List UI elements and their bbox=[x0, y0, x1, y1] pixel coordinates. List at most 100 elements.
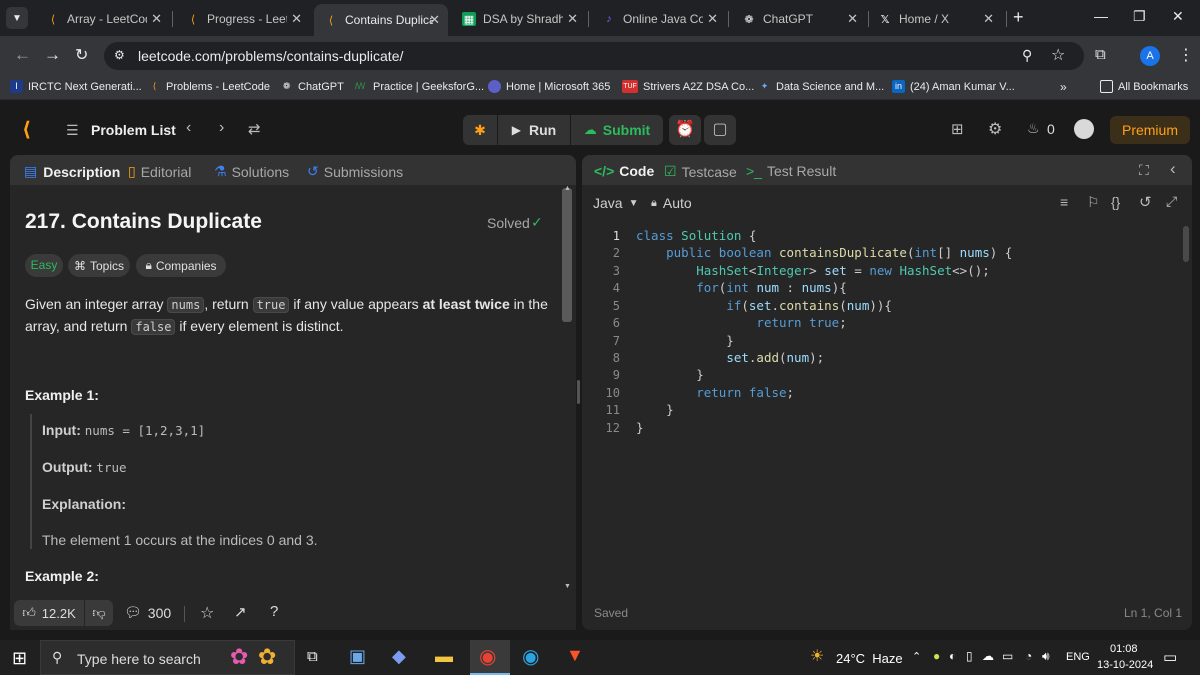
taskbar-search-input[interactable]: Type here to search bbox=[77, 651, 201, 667]
companies-button[interactable]: 🔒︎ Companies bbox=[136, 254, 226, 277]
tab-search-button[interactable]: ▼ bbox=[6, 7, 28, 29]
close-icon[interactable]: ✕ bbox=[567, 11, 578, 27]
comments-button[interactable]: 💬︎ 300 bbox=[124, 604, 171, 621]
bookmark-item[interactable]: TUF Strivers A2Z DSA Co... bbox=[622, 80, 754, 93]
browser-tab-6[interactable]: ❁ ChatGPT ✕ bbox=[732, 6, 866, 32]
language-indicator[interactable]: ENG bbox=[1066, 651, 1090, 663]
wifi-icon[interactable]: ◔ bbox=[1025, 649, 1032, 663]
code-line[interactable]: } bbox=[636, 333, 734, 348]
close-icon[interactable]: ✕ bbox=[291, 11, 302, 27]
code-line[interactable]: for(int num : nums){ bbox=[636, 280, 847, 295]
browser-tab-7[interactable]: 𝕏 Home / X ✕ bbox=[868, 6, 1002, 32]
auto-mode[interactable]: 🔒︎ Auto bbox=[651, 195, 692, 211]
profile-avatar[interactable]: A bbox=[1140, 46, 1160, 66]
bookmark-item[interactable]: in (24) Aman Kumar V... bbox=[892, 80, 1015, 93]
code-line[interactable]: return false; bbox=[636, 385, 794, 400]
next-problem-icon[interactable]: › bbox=[219, 119, 224, 137]
reload-button[interactable]: ↻ bbox=[75, 45, 88, 65]
shuffle-icon[interactable]: ⇄ bbox=[248, 120, 261, 138]
close-window-button[interactable]: ✕ bbox=[1172, 8, 1184, 25]
bookmark-star-icon[interactable]: ☆ bbox=[1051, 45, 1065, 65]
expand-icon[interactable]: ⛶ bbox=[1139, 162, 1149, 179]
tray-icon[interactable]: ◐ bbox=[949, 649, 956, 663]
close-icon[interactable]: ✕ bbox=[151, 11, 162, 27]
clock-time[interactable]: 01:08 bbox=[1110, 643, 1138, 655]
task-view-icon[interactable]: ⧉ bbox=[307, 648, 318, 665]
notes-button[interactable]: ▢ bbox=[704, 115, 736, 145]
battery-icon[interactable]: ▭ bbox=[1002, 649, 1013, 663]
help-icon[interactable]: ? bbox=[270, 603, 278, 620]
extensions-icon[interactable]: ⧉ bbox=[1095, 46, 1106, 63]
bookmark-item[interactable]: I IRCTC Next Generati... bbox=[10, 80, 142, 93]
code-line[interactable]: class Solution { bbox=[636, 228, 756, 243]
problem-list-button[interactable]: Problem List bbox=[91, 122, 176, 138]
user-avatar[interactable] bbox=[1074, 119, 1094, 139]
language-select[interactable]: Java ▼ bbox=[593, 195, 638, 211]
code-line[interactable]: } bbox=[636, 420, 644, 435]
new-tab-button[interactable]: + bbox=[1013, 7, 1024, 28]
code-line[interactable]: if(set.contains(num)){ bbox=[636, 298, 892, 313]
code-line[interactable]: HashSet<Integer> set = new HashSet<>(); bbox=[636, 263, 990, 278]
minimize-button[interactable]: — bbox=[1094, 8, 1108, 24]
prev-problem-icon[interactable]: ‹ bbox=[186, 119, 191, 137]
volume-icon[interactable]: 🔊︎ bbox=[1042, 649, 1050, 664]
brave-icon[interactable]: ▼ bbox=[566, 645, 584, 666]
browser-tab-4[interactable]: ▦ DSA by Shradha ✕ bbox=[452, 6, 586, 32]
clock-date[interactable]: 13-10-2024 bbox=[1097, 659, 1153, 671]
format-icon[interactable]: ≡ bbox=[1060, 194, 1068, 210]
bookmark-item[interactable]: ❁ ChatGPT bbox=[280, 80, 344, 93]
weather-text[interactable]: 24°C Haze bbox=[836, 651, 903, 666]
tab-editorial[interactable]: ▯ Editorial bbox=[128, 163, 191, 180]
browser-tab-1[interactable]: ⟨ Array - LeetCode ✕ bbox=[36, 6, 170, 32]
edge-icon[interactable]: ◉ bbox=[522, 644, 539, 669]
zoom-icon[interactable]: ⚲ bbox=[1022, 47, 1032, 64]
collapse-icon[interactable]: ‹ bbox=[1170, 159, 1176, 179]
tab-description[interactable]: ▤ Description bbox=[24, 163, 120, 180]
topics-button[interactable]: ⌘ Topics bbox=[68, 254, 130, 277]
code-line[interactable]: public boolean containsDuplicate(int[] n… bbox=[636, 245, 1012, 260]
scrollbar-thumb[interactable] bbox=[562, 188, 572, 322]
debug-button[interactable]: ✱ bbox=[463, 115, 497, 145]
cloud-icon[interactable]: ☁ bbox=[982, 649, 994, 663]
close-icon[interactable]: ✕ bbox=[983, 11, 994, 27]
code-line[interactable]: } bbox=[636, 367, 704, 382]
code-line[interactable]: return true; bbox=[636, 315, 846, 330]
file-explorer-icon[interactable]: ▬ bbox=[435, 646, 453, 667]
tray-icon[interactable]: ▯ bbox=[966, 649, 973, 663]
tab-submissions[interactable]: ↺ Submissions bbox=[307, 163, 403, 180]
bookmark-icon[interactable]: ⚐ bbox=[1087, 194, 1100, 211]
copilot-icon[interactable]: ◆ bbox=[392, 646, 406, 667]
scroll-down-arrow[interactable]: ▼ bbox=[564, 583, 571, 590]
notification-icon[interactable]: ▭ bbox=[1163, 648, 1177, 666]
browser-tab-active[interactable]: ⟨ Contains Duplicate ✕ bbox=[314, 4, 448, 36]
scroll-up-arrow[interactable]: ▲ bbox=[564, 185, 571, 192]
braces-icon[interactable]: {} bbox=[1111, 194, 1120, 210]
favorite-star-icon[interactable]: ☆ bbox=[200, 603, 214, 623]
close-icon[interactable]: ✕ bbox=[847, 11, 858, 27]
bookmark-item[interactable]: ⟨ Problems - LeetCode bbox=[148, 80, 270, 93]
tab-testcase[interactable]: ☑ Testcase bbox=[664, 163, 737, 180]
tab-code[interactable]: </> Code bbox=[594, 163, 654, 179]
share-icon[interactable]: ↗ bbox=[234, 603, 247, 621]
close-icon[interactable]: ✕ bbox=[707, 11, 718, 27]
taskbar-app-icon[interactable]: ▣ bbox=[349, 646, 366, 667]
maximize-button[interactable]: ❐ bbox=[1133, 8, 1146, 25]
settings-gear-icon[interactable]: ⚙ bbox=[988, 119, 1002, 139]
streak-fire-icon[interactable]: ♨ bbox=[1027, 120, 1040, 137]
more-bookmarks-icon[interactable]: » bbox=[1060, 80, 1067, 94]
reset-icon[interactable]: ↺ bbox=[1139, 193, 1152, 211]
tab-solutions[interactable]: ⚗ Solutions bbox=[214, 163, 289, 180]
editor-scrollbar[interactable] bbox=[1183, 226, 1189, 262]
browser-tab-2[interactable]: ⟨ Progress - LeetCode ✕ bbox=[176, 6, 310, 32]
site-info-icon[interactable]: ⚙ bbox=[114, 48, 125, 62]
tab-test-result[interactable]: >_ Test Result bbox=[746, 163, 836, 179]
premium-button[interactable]: Premium bbox=[1110, 116, 1190, 144]
like-button[interactable]: 👍︎ 12.2K bbox=[14, 600, 84, 626]
leetcode-logo-icon[interactable]: ⟨ bbox=[22, 117, 31, 142]
layout-icon[interactable]: ⊞ bbox=[951, 120, 964, 138]
bookmark-item[interactable]: Home | Microsoft 365 bbox=[488, 80, 610, 93]
submit-button[interactable]: ☁ Submit bbox=[571, 115, 663, 145]
tray-icon[interactable]: ● bbox=[933, 649, 940, 663]
problem-list-icon[interactable]: ☰ bbox=[66, 122, 79, 139]
dislike-button[interactable]: 👎︎ bbox=[85, 600, 113, 626]
